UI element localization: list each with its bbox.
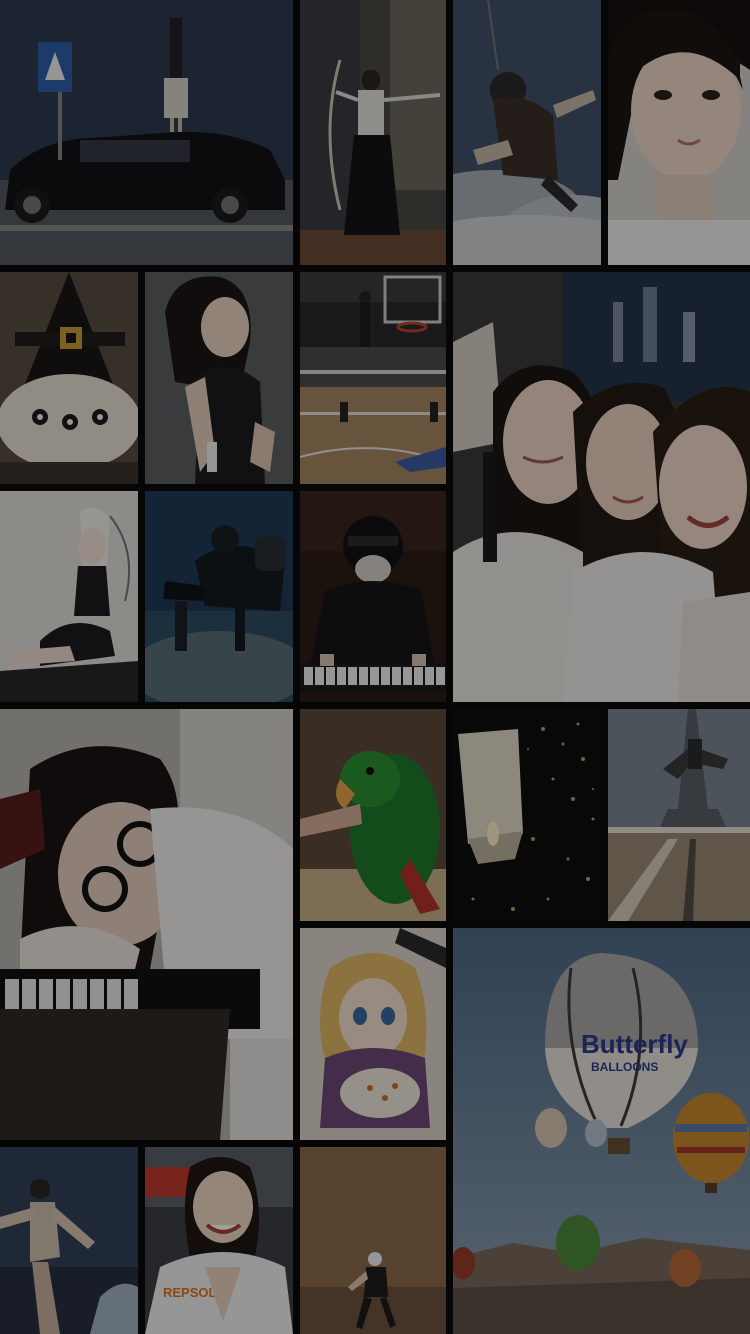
photo-handstand-on-car [0,0,293,265]
photo-witch-hat-cake [0,272,138,484]
photo-woman-black-dress [145,272,293,484]
photo-sunset-dancer [0,1147,138,1334]
photo-hot-air-balloons: Butterfly BALLOONS [453,928,750,1334]
photo-street-dancer [300,1147,446,1334]
photo-masked-pianist [300,491,446,702]
photo-eiffel-tower-jump [608,709,750,921]
photo-portrait-short-hair [608,0,750,265]
photo-girl-on-piano [0,709,293,1140]
jacket-sponsor-text: REPSOL [163,1285,217,1300]
photo-tandem-skydivers [453,0,601,265]
photo-three-friends-selfie [453,272,750,702]
photo-anime-drawing [300,928,446,1140]
photo-green-parrot [300,709,446,921]
photo-basketball-dunk [300,272,446,484]
photo-archer-in-kimono [300,0,446,265]
photo-anime-figure [0,491,138,702]
photo-scuba-divers [145,491,293,702]
photo-racing-girl: REPSOL [145,1147,293,1334]
photo-sky-lantern [453,709,601,921]
balloon-sub-text: BALLOONS [591,1060,658,1074]
photo-mosaic-background: Butterfly BALLOONS REPSOL [0,0,750,1334]
balloon-brand-text: Butterfly [581,1029,688,1059]
